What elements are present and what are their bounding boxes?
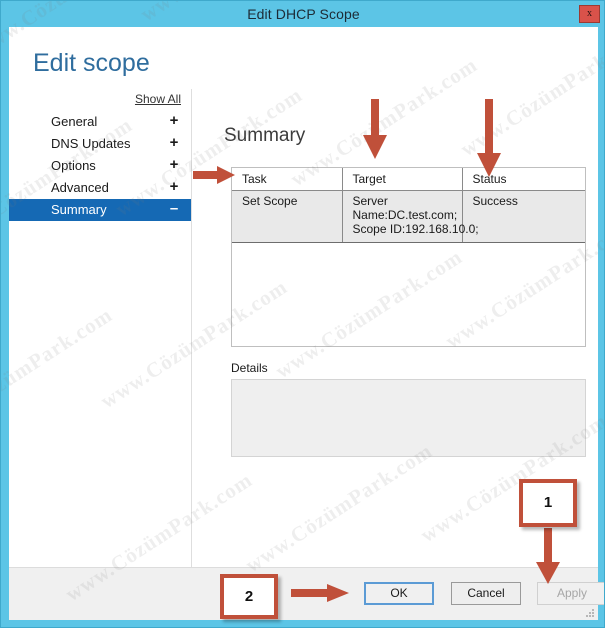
summary-table-container[interactable]: Task Target Status Set Scope Server Name…	[231, 167, 586, 347]
column-header-target[interactable]: Target	[341, 168, 462, 191]
window-title: Edit DHCP Scope	[247, 6, 360, 22]
nav-divider	[191, 89, 192, 567]
apply-button: Apply	[537, 582, 604, 605]
title-bar: Edit DHCP Scope x	[1, 1, 604, 27]
details-label: Details	[231, 361, 268, 375]
section-title-summary: Summary	[224, 125, 306, 146]
cell-task: Set Scope	[232, 190, 342, 243]
cell-target-line-2: Name:DC.test.com;	[352, 208, 458, 222]
sidebar-item-summary[interactable]: Summary –	[9, 199, 191, 221]
sidebar-item-general[interactable]: General +	[9, 111, 191, 133]
sidebar-item-options[interactable]: Options +	[9, 155, 191, 177]
sidebar-item-dns-updates[interactable]: DNS Updates +	[9, 133, 191, 155]
close-icon[interactable]: x	[579, 5, 600, 23]
expand-plus-icon[interactable]: +	[167, 112, 181, 129]
sidebar-item-label: DNS Updates	[51, 136, 131, 151]
details-panel[interactable]	[231, 379, 586, 457]
ok-button[interactable]: OK	[364, 582, 434, 605]
expand-plus-icon[interactable]: +	[167, 134, 181, 151]
show-all-link[interactable]: Show All	[135, 92, 181, 106]
table-header-row: Task Target Status	[232, 168, 585, 191]
summary-table: Task Target Status Set Scope Server Name…	[232, 168, 585, 243]
cancel-button[interactable]: Cancel	[451, 582, 521, 605]
navigation-list: Show All General + DNS Updates + Options…	[9, 89, 191, 221]
expand-plus-icon[interactable]: +	[167, 156, 181, 173]
sidebar-item-label: Advanced	[51, 180, 109, 195]
dialog-footer: OK Cancel Apply	[9, 567, 604, 620]
table-row[interactable]: Set Scope Server Name:DC.test.com; Scope…	[232, 190, 585, 243]
cell-target: Server Name:DC.test.com; Scope ID:192.16…	[341, 190, 479, 243]
show-all-row: Show All	[9, 89, 191, 111]
sidebar-item-advanced[interactable]: Advanced +	[9, 177, 191, 199]
dialog-window: Edit DHCP Scope x Edit scope Show All Ge…	[0, 0, 605, 628]
collapse-minus-icon[interactable]: –	[167, 200, 181, 217]
cell-target-line-3: Scope ID:192.168.10.0;	[352, 222, 479, 236]
cell-target-line-1: Server	[352, 194, 388, 208]
sidebar-item-label: General	[51, 114, 98, 129]
expand-plus-icon[interactable]: +	[167, 178, 181, 195]
sidebar-item-label: Summary	[51, 202, 107, 217]
column-header-task[interactable]: Task	[232, 168, 342, 191]
cell-status: Success	[461, 190, 585, 243]
dialog-body: Edit scope Show All General + DNS Update…	[9, 27, 598, 594]
resize-grip-icon[interactable]	[584, 607, 595, 618]
column-header-status[interactable]: Status	[461, 168, 585, 191]
sidebar-item-label: Options	[51, 158, 96, 173]
page-title: Edit scope	[33, 49, 150, 77]
